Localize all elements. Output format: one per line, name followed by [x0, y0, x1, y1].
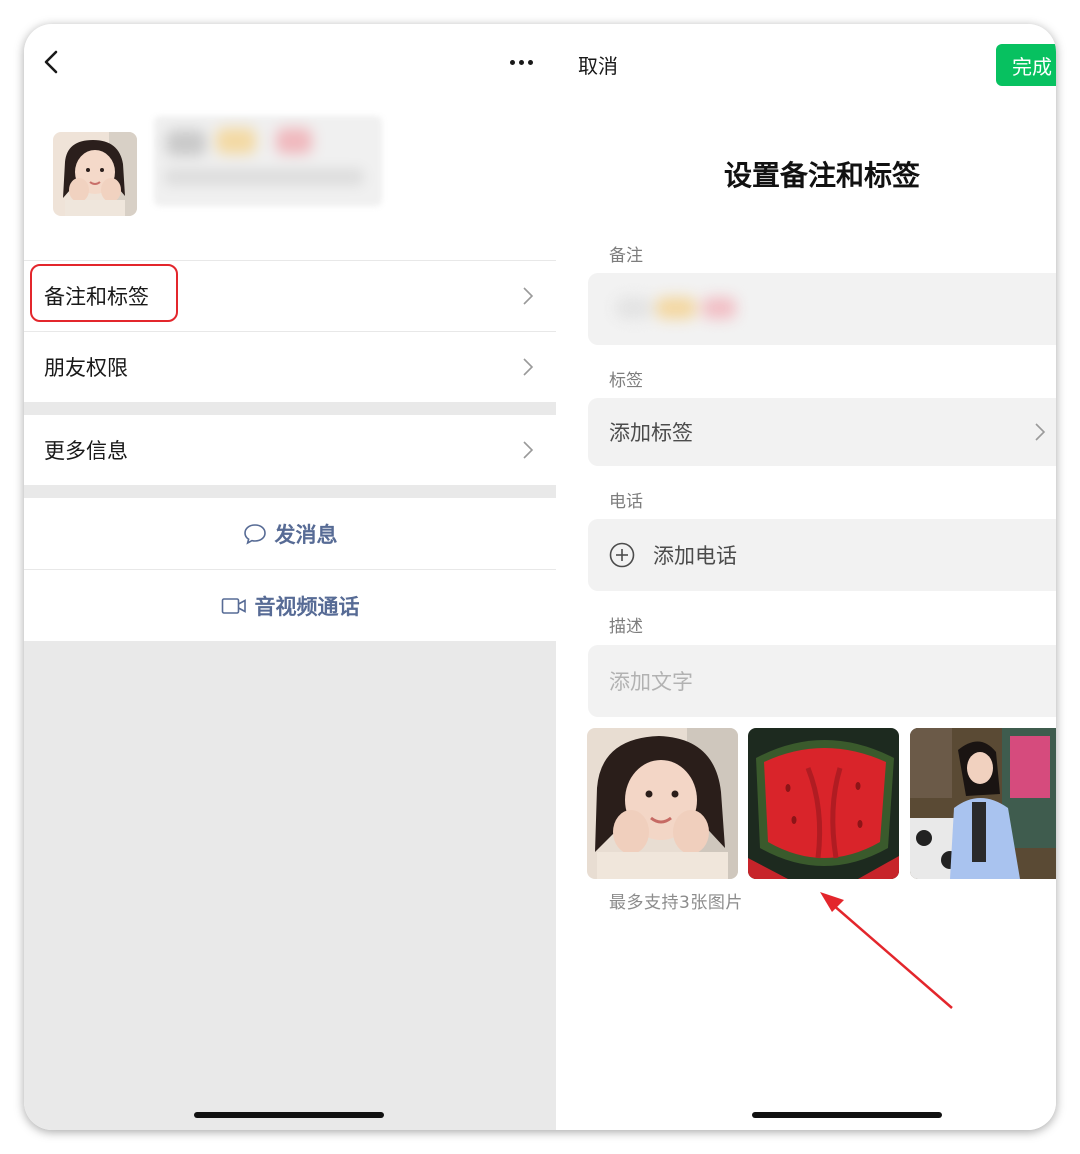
photo-thumbnail-fashion[interactable] [910, 728, 1056, 879]
description-placeholder: 添加文字 [609, 670, 693, 694]
annotation-arrow [820, 892, 953, 1009]
photo-limit-hint: 最多支持3张图片 [609, 893, 743, 913]
menu-item-label: 朋友权限 [44, 356, 128, 380]
blurred-remark-text [610, 289, 740, 327]
done-button[interactable]: 完成 [996, 44, 1056, 86]
chevron-right-icon [523, 441, 534, 459]
description-section-label: 描述 [609, 617, 643, 637]
page-title: 设置备注和标签 [723, 159, 920, 192]
home-indicator [194, 1112, 384, 1118]
back-icon[interactable] [38, 48, 66, 76]
phone-section-label: 电话 [609, 492, 643, 512]
photo-thumbnail-portrait[interactable] [587, 728, 738, 879]
plus-circle-icon [609, 542, 635, 568]
photo-thumbnail-watermelon[interactable] [748, 728, 899, 879]
blurred-contact-name [154, 116, 382, 206]
video-call-button[interactable]: 音视频通话 [24, 570, 556, 641]
chevron-right-icon [523, 358, 534, 376]
tag-section-label: 标签 [609, 371, 643, 391]
avatar[interactable] [53, 132, 137, 216]
menu-item-more-info[interactable]: 更多信息 [24, 415, 556, 485]
annotation-highlight-box [30, 264, 178, 322]
send-message-label: 发消息 [274, 522, 338, 547]
remark-input[interactable] [588, 273, 1056, 345]
chevron-right-icon [1035, 423, 1046, 441]
remark-section-label: 备注 [609, 246, 643, 266]
more-icon[interactable] [502, 52, 542, 72]
send-message-button[interactable]: 发消息 [24, 498, 556, 569]
description-input[interactable]: 添加文字 [588, 645, 1056, 717]
add-phone-label: 添加电话 [653, 544, 737, 568]
add-tag-label: 添加标签 [609, 421, 693, 445]
add-tag-field[interactable]: 添加标签 [588, 398, 1056, 466]
cancel-button[interactable]: 取消 [578, 50, 618, 79]
menu-item-friend-permissions[interactable]: 朋友权限 [24, 332, 556, 402]
chevron-right-icon [523, 287, 534, 305]
contact-profile-panel: 备注和标签 朋友权限 更多信息 发消息 音视频通话 [24, 24, 556, 1130]
video-call-icon [221, 597, 246, 614]
add-phone-field[interactable]: 添加电话 [588, 519, 1056, 591]
menu-item-label: 更多信息 [44, 439, 128, 463]
chat-bubble-icon [243, 523, 266, 545]
video-call-label: 音视频通话 [254, 594, 360, 619]
screenshot-frame: 备注和标签 朋友权限 更多信息 发消息 音视频通话 取消 完成 设置备注和标签 … [24, 24, 1056, 1130]
set-remark-panel: 取消 完成 设置备注和标签 备注 标签 添加标签 电话 添加电话 描述 添加文字… [556, 24, 1056, 1130]
home-indicator [752, 1112, 942, 1118]
